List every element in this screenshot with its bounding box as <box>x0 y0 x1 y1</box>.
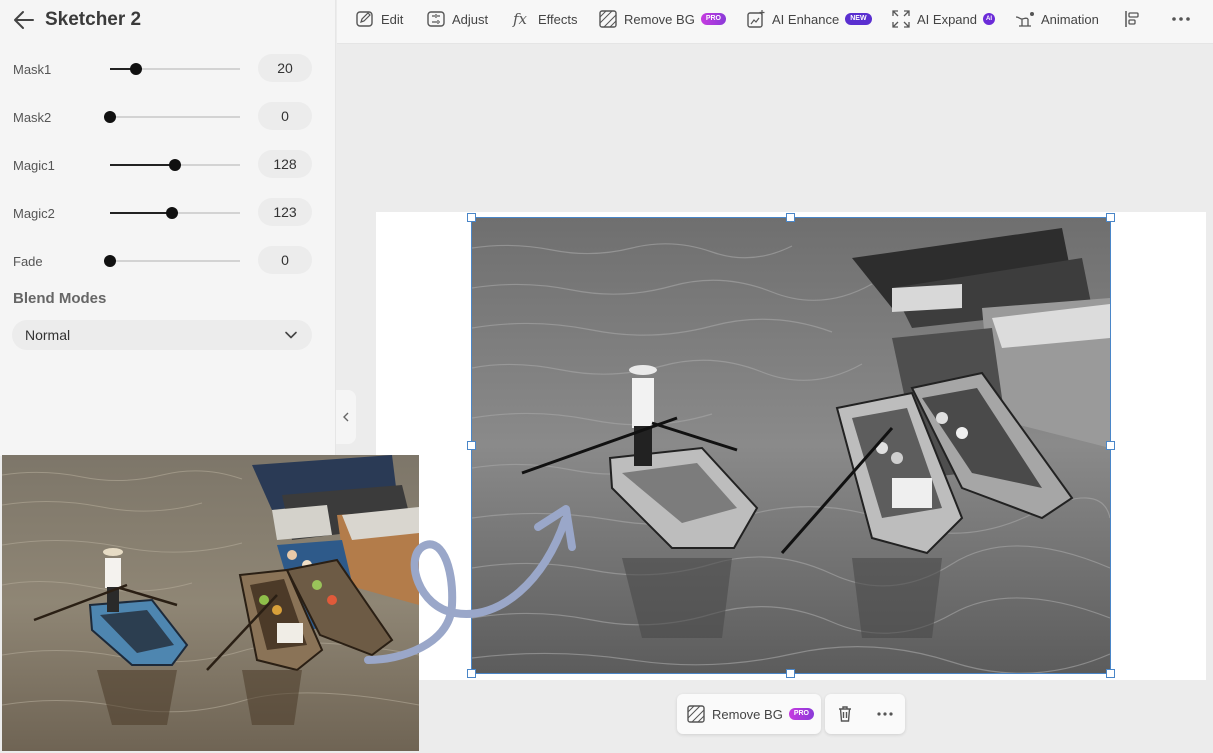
slider-fade: Fade 0 <box>0 246 336 276</box>
slider-thumb[interactable] <box>104 255 116 267</box>
blend-mode-value: Normal <box>25 327 71 343</box>
slider-magic2: Magic2 123 <box>0 198 336 228</box>
resize-handle-n[interactable] <box>786 213 795 222</box>
ai-expand-tool[interactable]: AI Expand AI <box>891 0 995 38</box>
slider-label: Magic1 <box>13 158 55 173</box>
effects-label: Effects <box>538 11 578 27</box>
original-photo <box>2 455 419 751</box>
slider-label: Mask2 <box>13 110 52 125</box>
edit-label: Edit <box>381 11 404 27</box>
slider-value-input[interactable]: 0 <box>258 246 312 274</box>
more-horizontal-icon <box>877 712 893 716</box>
slider-label: Magic2 <box>13 206 55 221</box>
adjust-label: Adjust <box>452 11 489 27</box>
remove-bg-icon <box>599 10 617 28</box>
chevron-down-icon <box>285 331 297 339</box>
pro-badge: PRO <box>700 13 726 25</box>
chevron-left-icon <box>343 412 349 422</box>
panel-header: Sketcher 2 <box>0 0 336 42</box>
more-tools-button[interactable] <box>1170 0 1198 38</box>
remove-bg-action-label: Remove BG <box>712 706 783 722</box>
ai-enhance-icon <box>747 10 765 28</box>
blend-modes-heading: Blend Modes <box>13 290 107 307</box>
resize-handle-se[interactable] <box>1106 669 1115 678</box>
slider-track[interactable] <box>104 111 240 123</box>
slider-thumb[interactable] <box>166 207 179 219</box>
blend-mode-select[interactable]: Normal <box>12 320 312 350</box>
resize-handle-w[interactable] <box>467 441 476 450</box>
slider-value-input[interactable]: 128 <box>258 150 312 178</box>
slider-value-input[interactable]: 123 <box>258 198 312 226</box>
resize-handle-nw[interactable] <box>467 213 476 222</box>
more-horizontal-icon <box>1172 17 1190 21</box>
fx-icon: fx <box>512 10 528 28</box>
slider-fill <box>110 212 173 214</box>
trash-icon <box>839 706 851 722</box>
ai-badge: AI <box>983 13 995 25</box>
back-arrow-icon[interactable] <box>12 8 38 32</box>
ai-enhance-tool[interactable]: AI Enhance NEW <box>746 0 872 38</box>
resize-handle-s[interactable] <box>786 669 795 678</box>
delete-button[interactable] <box>830 699 860 729</box>
resize-handle-ne[interactable] <box>1106 213 1115 222</box>
resize-handle-sw[interactable] <box>467 669 476 678</box>
slider-label: Fade <box>13 254 43 269</box>
slider-fill <box>110 164 175 166</box>
selection-action-bar: Remove BG PRO <box>677 694 905 734</box>
resize-handle-e[interactable] <box>1106 441 1115 450</box>
slider-track[interactable] <box>110 159 240 171</box>
adjust-icon <box>427 11 445 27</box>
slider-value-input[interactable]: 0 <box>258 102 312 130</box>
ai-enhance-label: AI Enhance <box>772 11 840 27</box>
slider-mask1: Mask1 20 <box>0 54 336 84</box>
slider-label: Mask1 <box>13 62 52 77</box>
adjustment-panel: Sketcher 2 Mask1 20 Mask2 0 Magic1 128 M… <box>0 0 336 456</box>
animation-icon <box>1015 12 1034 27</box>
remove-bg-icon <box>687 705 705 723</box>
slider-thumb[interactable] <box>104 111 116 123</box>
slider-magic1: Magic1 128 <box>0 150 336 180</box>
original-photo-image <box>2 455 419 751</box>
adjust-tool[interactable]: Adjust <box>426 0 488 38</box>
slider-value-input[interactable]: 20 <box>258 54 312 82</box>
pro-badge: PRO <box>788 708 814 720</box>
slider-thumb[interactable] <box>169 159 181 171</box>
align-tool[interactable] <box>1123 0 1149 38</box>
svg-text:fx: fx <box>512 10 528 28</box>
more-actions-button[interactable] <box>870 699 900 729</box>
edit-tool[interactable]: Edit <box>355 0 403 38</box>
action-icon-group <box>825 694 905 734</box>
animation-tool[interactable]: Animation <box>1015 0 1099 38</box>
remove-bg-action-button[interactable]: Remove BG PRO <box>677 694 821 734</box>
slider-track[interactable] <box>110 207 240 219</box>
remove-bg-tool[interactable]: Remove BG PRO <box>598 0 726 38</box>
slider-thumb[interactable] <box>130 63 142 75</box>
selection-box[interactable] <box>467 213 1115 678</box>
ai-expand-label: AI Expand <box>917 11 977 27</box>
slider-track[interactable] <box>104 255 240 267</box>
remove-bg-label: Remove BG <box>624 11 695 27</box>
effects-tool[interactable]: fx Effects <box>512 0 578 38</box>
animation-label: Animation <box>1041 11 1099 27</box>
panel-title: Sketcher 2 <box>45 9 142 30</box>
new-badge: NEW <box>845 13 872 25</box>
slider-mask2: Mask2 0 <box>0 102 336 132</box>
slider-track[interactable] <box>110 63 240 75</box>
top-toolbar: Edit Adjust fx Effects Remove BG PRO AI … <box>337 0 1213 44</box>
edit-icon <box>356 11 373 27</box>
align-left-icon <box>1125 11 1139 27</box>
expand-icon <box>892 10 910 28</box>
collapse-panel-button[interactable] <box>336 390 356 444</box>
